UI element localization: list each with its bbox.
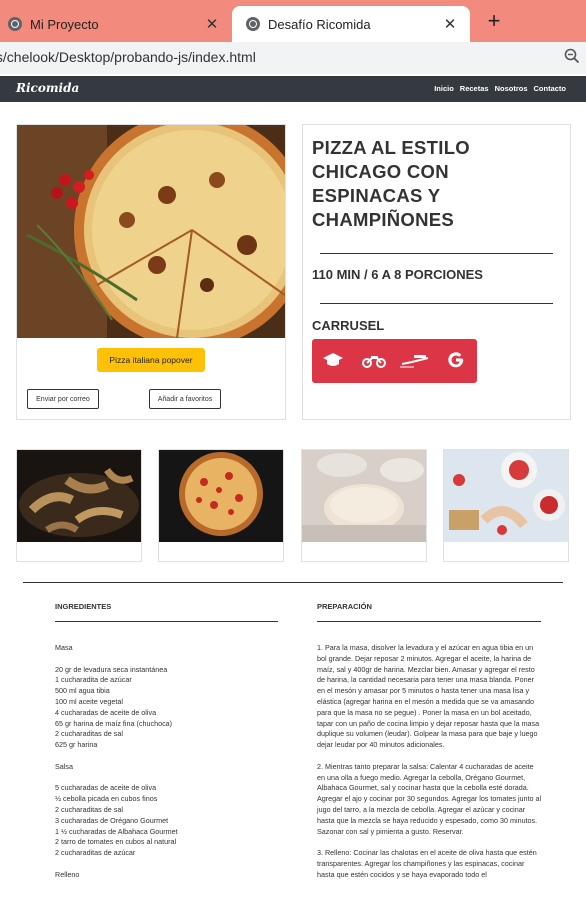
browser-tab-bar: Mi Proyecto ✕ Desafío Ricomida ✕ + (0, 0, 586, 42)
globe-icon (246, 17, 260, 31)
nav-link-inicio[interactable]: Inicio (434, 84, 454, 93)
address-bar: /s/chelook/Desktop/probando-js/index.htm… (0, 42, 586, 74)
dough-photo (302, 450, 426, 542)
graduation-cap-icon[interactable] (322, 350, 344, 370)
brand-logo[interactable]: Ricomida (16, 81, 79, 95)
nav-links: Inicio Recetas Nosotros Contacto (434, 84, 566, 93)
preparation-heading: PREPARACIÓN (317, 602, 372, 611)
ingredients-heading: INGREDIENTES (55, 602, 112, 611)
thumbnail-card[interactable] (443, 449, 569, 562)
divider (320, 303, 553, 304)
tab-mi-proyecto[interactable]: Mi Proyecto ✕ (0, 6, 232, 42)
google-icon[interactable] (446, 350, 466, 370)
pizza-photo (17, 125, 285, 338)
tab-title: Mi Proyecto (30, 16, 99, 32)
send-email-button[interactable]: Enviar por correo (27, 389, 99, 409)
recipe-info-card: PIZZA AL ESTILO CHICAGO CON ESPINACAS Y … (302, 124, 571, 420)
nav-link-recetas[interactable]: Recetas (460, 84, 489, 93)
pizza-image-card: Pizza italiana popover Enviar por correo… (16, 124, 286, 420)
carousel[interactable] (312, 339, 477, 383)
new-tab-plus-icon[interactable]: + (483, 8, 505, 34)
tab-title: Desafío Ricomida (268, 16, 371, 32)
nav-link-contacto[interactable]: Contacto (534, 84, 567, 93)
mushroom-photo (17, 450, 141, 542)
motorcycle-icon[interactable] (362, 350, 386, 370)
pizza-oven-photo (159, 450, 283, 542)
divider (320, 253, 553, 254)
zoom-icon[interactable] (564, 48, 580, 64)
add-favorites-button[interactable]: Añadir a favoritos (149, 389, 221, 409)
close-icon[interactable]: ✕ (440, 15, 460, 33)
carousel-title: CARRUSEL (312, 318, 385, 333)
cooking-photo (444, 450, 568, 542)
preparation-steps: 1. Para la masa, disolver la levadura y … (317, 643, 543, 891)
preparation-step: 3. Relleno: Cocinar las chalotas en el a… (317, 848, 537, 879)
globe-icon (8, 17, 22, 31)
site-navbar: Ricomida Inicio Recetas Nosotros Contact… (0, 76, 586, 102)
thumbnail-card[interactable] (158, 449, 284, 562)
divider (55, 621, 278, 622)
nav-link-nosotros[interactable]: Nosotros (495, 84, 528, 93)
thumbnail-card[interactable] (301, 449, 427, 562)
section-divider (23, 582, 563, 583)
ingredients-list: Masa 20 gr de levadura seca instantánea … (55, 643, 178, 879)
pizza-popover-button[interactable]: Pizza italiana popover (97, 348, 205, 372)
tab-desafio-ricomida[interactable]: Desafío Ricomida ✕ (232, 6, 470, 42)
preparation-step: 2. Mientras tanto preparar la salsa: Cal… (317, 761, 542, 836)
recipe-time: 110 MIN / 6 A 8 PORCIONES (312, 267, 483, 282)
brand-logo-icon[interactable] (400, 350, 430, 370)
divider (317, 621, 541, 622)
close-icon[interactable]: ✕ (202, 15, 222, 33)
recipe-title: PIZZA AL ESTILO CHICAGO CON ESPINACAS Y … (312, 137, 470, 230)
preparation-step: 1. Para la masa, disolver la levadura y … (317, 643, 540, 750)
url-field[interactable]: /s/chelook/Desktop/probando-js/index.htm… (0, 49, 256, 65)
thumbnail-card[interactable] (16, 449, 142, 562)
